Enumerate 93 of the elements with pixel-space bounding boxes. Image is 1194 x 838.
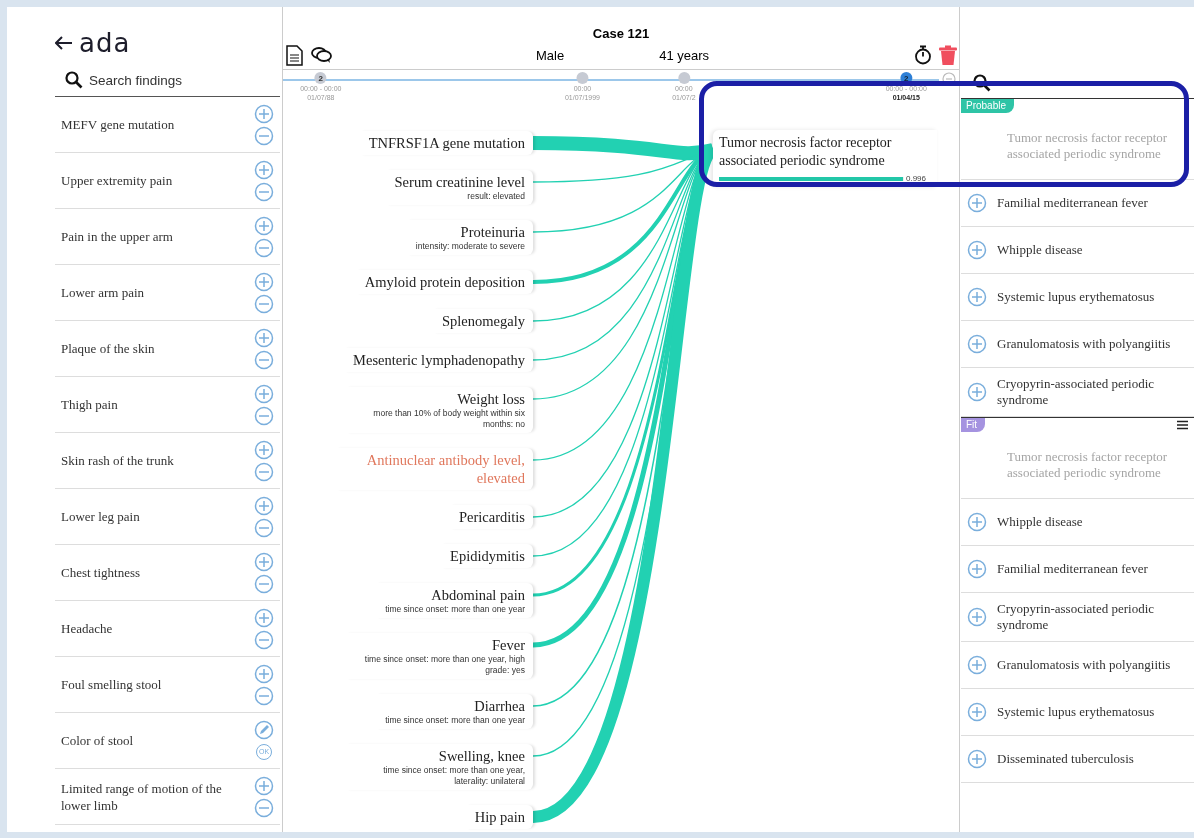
condition-item[interactable]: Whipple disease <box>961 499 1194 546</box>
chat-icon[interactable] <box>311 46 332 64</box>
add-button[interactable] <box>967 607 987 627</box>
finding-name: Lower arm pain <box>61 284 146 301</box>
patient-age: 41 years <box>659 47 710 63</box>
add-button[interactable] <box>254 159 274 180</box>
finding-node[interactable]: Splenomegaly <box>432 309 533 333</box>
finding-name: Upper extremity pain <box>61 172 174 189</box>
finding-node[interactable]: Fever time since onset: more than one year, high grade: yes <box>345 633 533 679</box>
add-button[interactable] <box>967 240 987 260</box>
condition-item[interactable]: Granulomatosis with polyangiitis <box>961 642 1194 689</box>
remove-button[interactable] <box>254 461 274 482</box>
finding-name: Thigh pain <box>61 396 119 413</box>
add-button[interactable] <box>254 495 274 516</box>
condition-item[interactable]: Disseminated tuberculosis <box>961 736 1194 783</box>
probability-value: 0.996 <box>906 174 927 183</box>
add-button[interactable] <box>254 551 274 572</box>
finding-name: Limited range of motion of the lower limb <box>61 779 223 814</box>
logo: ada <box>79 30 131 56</box>
finding-node[interactable]: Weight loss more than 10% of body weight within six months: no <box>345 387 533 433</box>
patient-sex: Male <box>536 47 565 63</box>
finding-name: Foul smelling stool <box>61 676 163 693</box>
document-icon[interactable] <box>286 44 303 66</box>
condition-item[interactable]: Cryopyrin-associated periodic syndrome <box>961 368 1194 417</box>
remove-button[interactable] <box>254 573 274 594</box>
add-button[interactable] <box>254 663 274 684</box>
add-button[interactable] <box>254 215 274 236</box>
trash-icon[interactable] <box>938 44 958 66</box>
finding-name: Headache <box>61 620 114 637</box>
finding-name: Plaque of the skin <box>61 340 156 357</box>
remove-button[interactable] <box>254 797 274 818</box>
add-button[interactable] <box>254 327 274 348</box>
finding-node[interactable]: Diarrhea time since onset: more than one year <box>375 694 533 729</box>
finding-node[interactable]: Amyloid protein deposition <box>354 270 533 294</box>
remove-button[interactable] <box>254 181 274 202</box>
finding-node[interactable]: Mesenteric lymphadenopathy <box>343 348 533 372</box>
add-button[interactable] <box>967 382 987 402</box>
stopwatch-icon[interactable] <box>914 45 932 65</box>
section-tag: Fit <box>961 418 986 432</box>
add-button[interactable] <box>254 383 274 404</box>
finding-node[interactable]: Swelling, knee time since onset: more than one year, laterality: unilateral <box>345 744 533 790</box>
remove-button[interactable] <box>254 293 274 314</box>
timeline-point[interactable] <box>677 72 690 84</box>
finding-name: Skin rash of the trunk <box>61 452 175 469</box>
condition-item[interactable]: Granulomatosis with polyangiitis <box>961 321 1194 368</box>
finding-node[interactable]: Proteinuria intensity: moderate to severe <box>405 220 533 255</box>
condition-item[interactable]: Cryopyrin-associated periodic syndrome <box>961 593 1194 642</box>
search-icon <box>65 71 83 89</box>
add-button[interactable] <box>967 287 987 307</box>
menu-icon[interactable] <box>1177 420 1188 430</box>
remove-button[interactable] <box>254 685 274 706</box>
finding-name: Color of stool <box>61 732 135 749</box>
add-button[interactable] <box>254 775 274 796</box>
remove-button[interactable] <box>254 405 274 426</box>
add-button[interactable] <box>254 607 274 628</box>
finding-node[interactable]: Hip pain <box>464 805 533 829</box>
finding-node[interactable]: TNFRSF1A gene mutation <box>358 131 533 155</box>
add-button[interactable] <box>967 749 987 769</box>
timeline-point[interactable]: 2 <box>314 72 327 84</box>
finding-name: Lower leg pain <box>61 508 141 525</box>
back-arrow-icon[interactable] <box>55 36 73 50</box>
finding-node[interactable]: Pericarditis <box>448 505 533 529</box>
search-icon[interactable] <box>973 73 991 92</box>
finding-name: Chest tightness <box>61 564 142 581</box>
edit-button[interactable] <box>254 719 274 740</box>
add-button[interactable] <box>254 439 274 460</box>
add-button[interactable] <box>967 334 987 354</box>
condition-item[interactable]: Systemic lupus erythematosus <box>961 689 1194 736</box>
add-button[interactable] <box>967 512 987 532</box>
add-button[interactable] <box>967 702 987 722</box>
finding-node[interactable]: Abdominal pain time since onset: more than one year <box>375 583 533 618</box>
remove-button[interactable] <box>254 349 274 370</box>
condition-item[interactable]: Systemic lupus erythematosus <box>961 274 1194 321</box>
finding-name: Pain in the upper arm <box>61 228 174 245</box>
condition-item[interactable]: Familial mediterranean fever <box>961 546 1194 593</box>
finding-node[interactable]: Serum creatinine level result: elevated <box>384 170 533 205</box>
add-button[interactable] <box>967 655 987 675</box>
add-button[interactable] <box>967 193 987 213</box>
condition-item[interactable]: Whipple disease <box>961 227 1194 274</box>
timeline-point[interactable] <box>576 72 589 84</box>
add-button[interactable] <box>967 559 987 579</box>
remove-button[interactable] <box>254 125 274 146</box>
condition-item[interactable]: Familial mediterranean fever <box>961 180 1194 227</box>
remove-button[interactable] <box>254 517 274 538</box>
remove-button[interactable] <box>254 629 274 650</box>
add-button[interactable] <box>254 103 274 124</box>
finding-name: MEFV gene mutation <box>61 116 176 133</box>
add-button[interactable] <box>254 271 274 292</box>
remove-button[interactable] <box>254 237 274 258</box>
finding-node[interactable]: Epididymitis <box>440 544 533 568</box>
section-tag: Probable <box>961 99 1015 113</box>
search-field[interactable]: Search findings <box>89 72 269 88</box>
case-title: Case 121 <box>591 26 651 42</box>
